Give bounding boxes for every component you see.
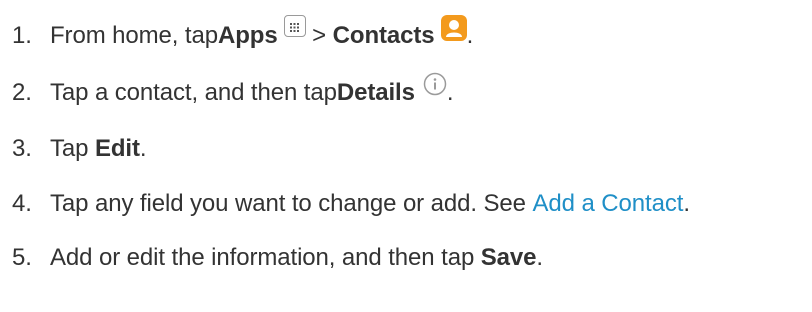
step-number: 4. [12, 190, 32, 217]
info-icon [423, 72, 447, 96]
step-end: . [139, 135, 147, 162]
edit-label: Edit [94, 135, 140, 162]
contacts-label: Contacts [332, 22, 435, 49]
details-label: Details [336, 79, 415, 106]
separator: > [305, 22, 333, 49]
save-label: Save [480, 244, 537, 271]
step-text: Add or edit the information, and then ta… [50, 244, 481, 271]
step-2: 2. Tap a contact, and then tap Details . [12, 72, 454, 113]
step-end: . [683, 190, 690, 217]
step-end: . [446, 79, 454, 106]
step-number: 1. [12, 22, 32, 49]
apps-grid-icon [283, 15, 306, 37]
step-number: 2. [12, 79, 32, 106]
add-contact-link[interactable]: Add a Contact [533, 190, 684, 218]
step-text: Tap any field you want to change or add.… [50, 190, 533, 217]
step-end: . [466, 22, 474, 49]
step-text: Tap a contact, and then tap [50, 79, 337, 106]
step-5: 5. Add or edit the information, and then… [12, 238, 543, 278]
step-number: 5. [12, 244, 32, 271]
step-3: 3. Tap Edit . [12, 129, 147, 169]
step-end: . [536, 244, 543, 271]
apps-label: Apps [218, 22, 278, 49]
step-1: 1. From home, tap Apps > Contacts . [12, 15, 474, 56]
step-4: 4. Tap any field you want to change or a… [12, 184, 690, 224]
step-text: From home, tap [50, 22, 218, 49]
step-number: 3. [12, 135, 32, 162]
contacts-icon [440, 15, 467, 41]
step-text: Tap [50, 135, 95, 162]
